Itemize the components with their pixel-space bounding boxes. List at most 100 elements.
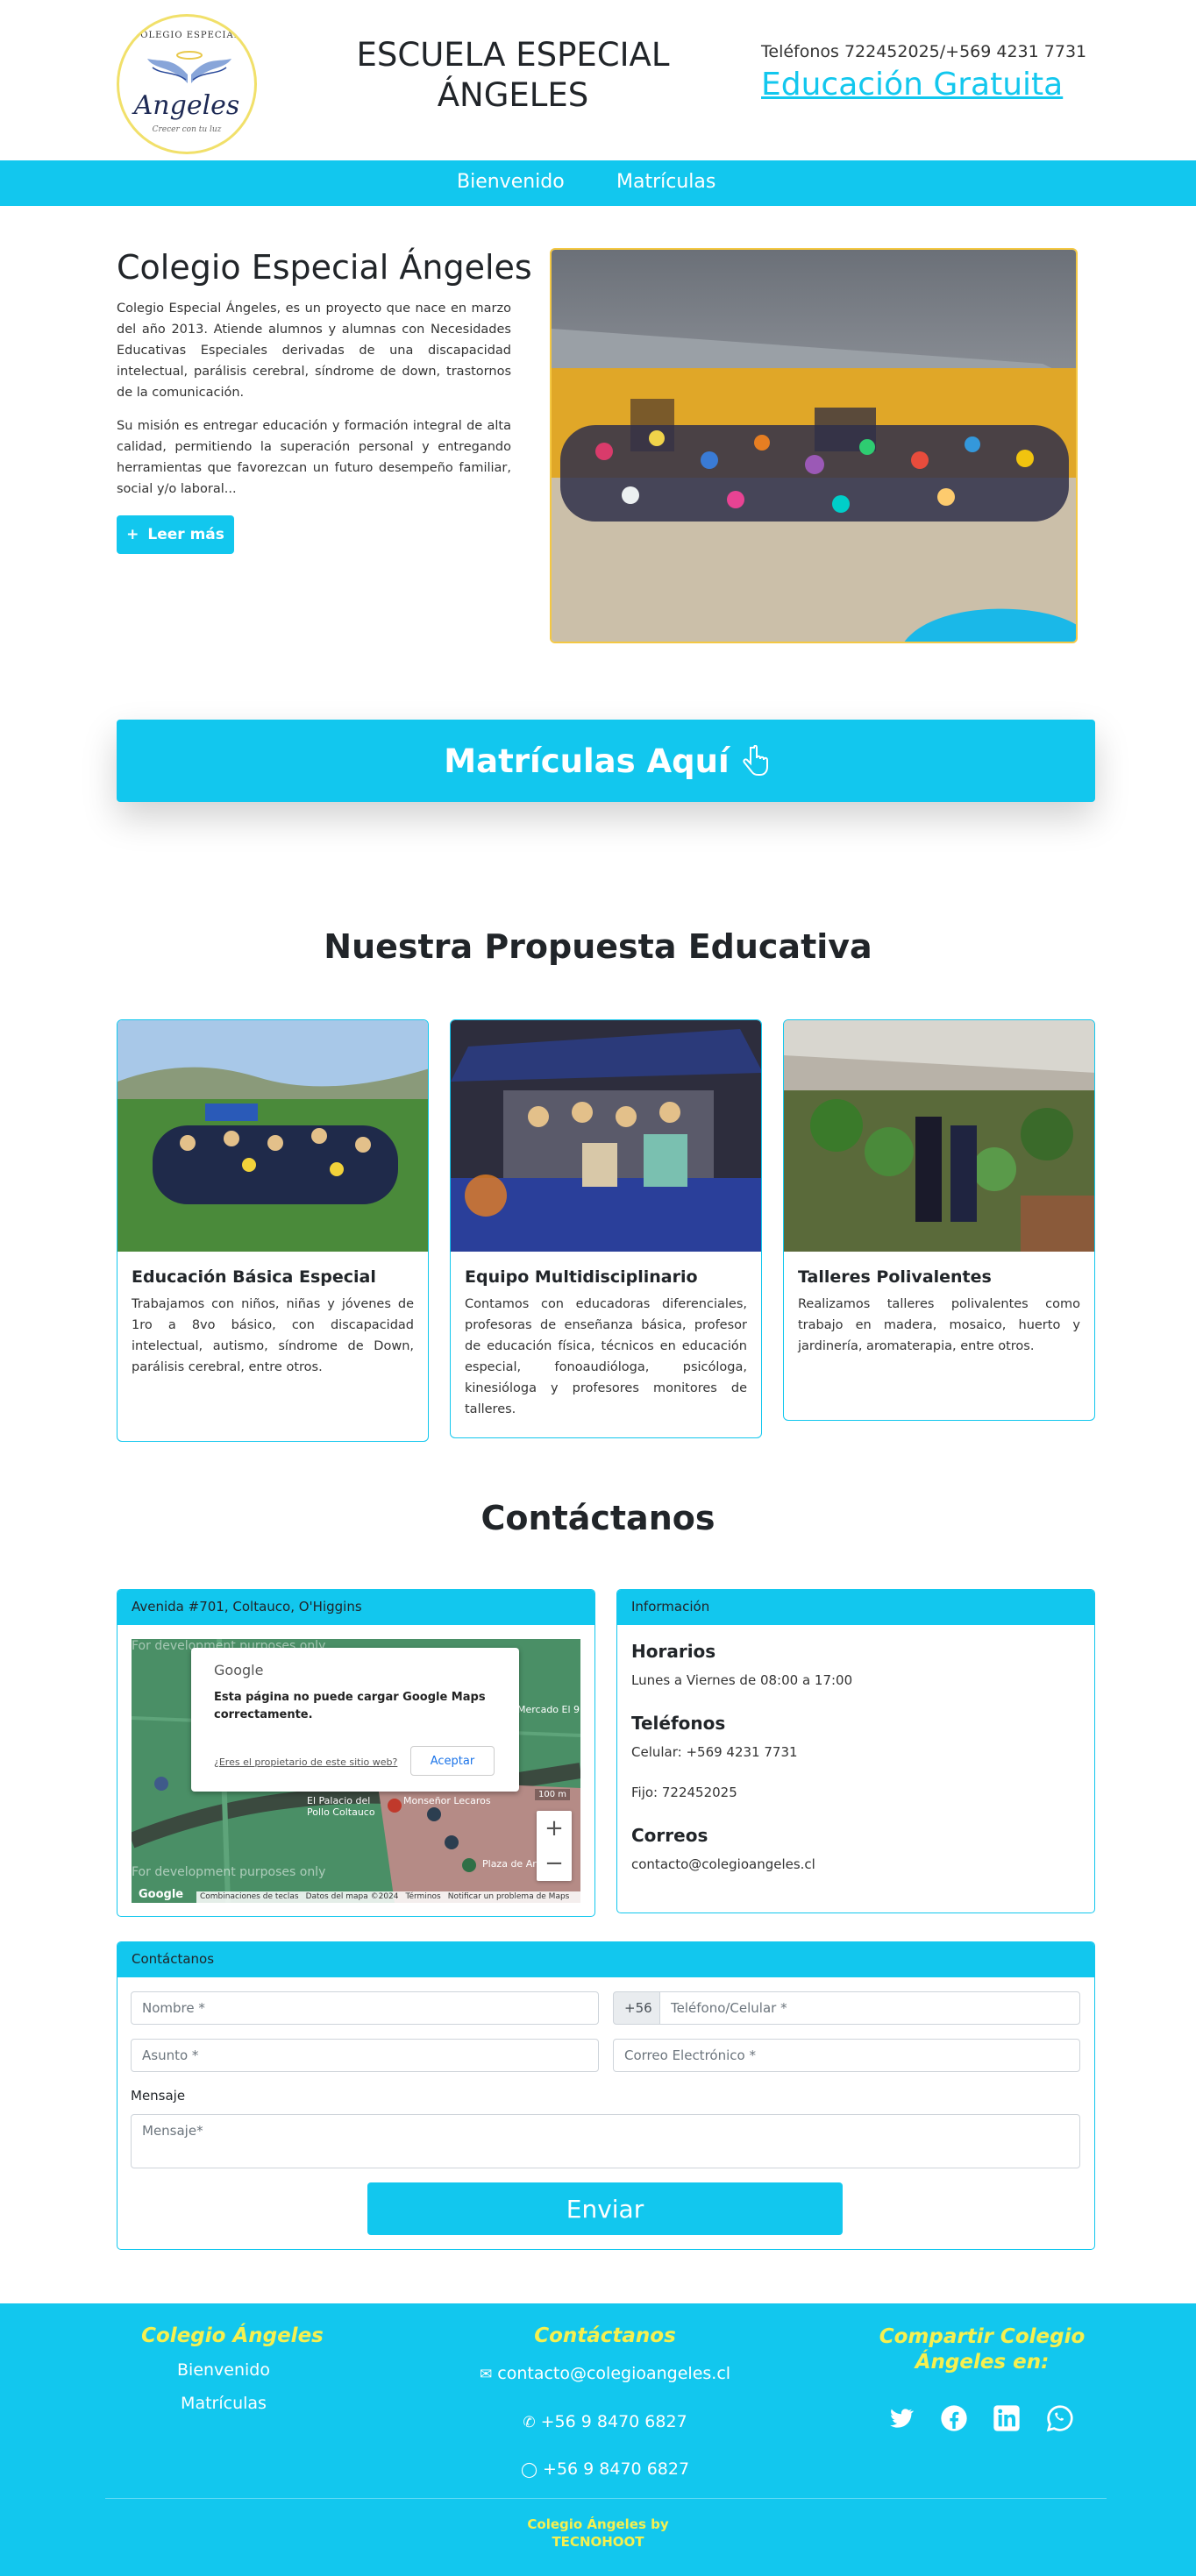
address-map-panel: Avenida #701, Coltauco, O'Higgins For de…: [117, 1589, 595, 1917]
hours-text: Lunes a Viernes de 08:00 a 17:00: [631, 1672, 853, 1688]
map-place-pollo: El Palacio del Pollo Coltauco: [307, 1795, 375, 1818]
message-textarea[interactable]: Mensaje*: [131, 2114, 1080, 2168]
card-photo-fair-stand: [451, 1020, 761, 1252]
card-text: Realizamos talleres polivalentes como tr…: [798, 1297, 1080, 1353]
school-title: ESCUELA ESPECIAL ÁNGELES: [342, 35, 684, 116]
proposal-title: Nuestra Propuesta Educativa: [324, 927, 872, 966]
whatsapp-small-icon: ◯: [520, 2461, 537, 2479]
logo-top-text: COLEGIO ESPECIAL: [132, 31, 241, 40]
free-education-link[interactable]: Educación Gratuita: [761, 67, 1063, 103]
hours-title: Horarios: [631, 1641, 716, 1662]
school-group-photo: [550, 248, 1078, 643]
mail-text: contacto@colegioangeles.cl: [631, 1856, 815, 1872]
header-phones: Teléfonos 722452025/+569 4231 7731: [761, 42, 1087, 61]
map-place-lecaros: Monseñor Lecaros: [403, 1795, 491, 1806]
read-more-button[interactable]: + Leer más: [117, 515, 234, 554]
map-footer-shortcuts[interactable]: Combinaciones de teclas: [200, 1892, 299, 1902]
logo-tagline: Crecer con tu luz: [152, 125, 222, 134]
footer-credit-line2[interactable]: TECNOHOOT: [0, 2533, 1196, 2551]
school-logo[interactable]: COLEGIO ESPECIAL Angeles Crecer con tu l…: [117, 14, 257, 154]
footer-phone-2: +56 9 8470 6827: [543, 2459, 690, 2479]
footer-phone-row-2[interactable]: ◯ +56 9 8470 6827: [456, 2459, 754, 2479]
whatsapp-icon[interactable]: [1046, 2404, 1074, 2432]
embedded-map[interactable]: For development purposes only For develo…: [132, 1639, 580, 1903]
zoom-out-icon[interactable]: −: [537, 1846, 572, 1881]
school-title-line2: ÁNGELES: [437, 76, 589, 114]
logo-name: Angeles: [133, 90, 240, 121]
zoom-in-icon[interactable]: +: [537, 1811, 572, 1846]
map-scale: 100 m: [535, 1789, 571, 1800]
site-header: COLEGIO ESPECIAL Angeles Crecer con tu l…: [0, 0, 1196, 160]
card-basic-education: Educación Básica Especial Trabajamos con…: [117, 1019, 429, 1442]
map-dialog-text: Esta página no puede cargar Google Maps …: [214, 1691, 486, 1721]
card-text: Trabajamos con niños, niñas y jóvenes de…: [132, 1297, 414, 1374]
send-button[interactable]: Enviar: [367, 2182, 843, 2235]
read-more-label: Leer más: [147, 526, 224, 543]
linkedin-icon[interactable]: [993, 2404, 1021, 2432]
card-photo-students-field: [117, 1020, 428, 1252]
map-dev-overlay-bottom: For development purposes only: [132, 1865, 326, 1879]
map-error-dialog: Google Esta página no puede cargar Googl…: [191, 1648, 519, 1792]
envelope-icon: ✉: [479, 2366, 493, 2383]
name-input[interactable]: Nombre *: [131, 1991, 599, 2025]
footer-contact-title: Contáctanos: [534, 2324, 676, 2347]
footer-share-title-line1: Compartir Colegio: [879, 2325, 1086, 2348]
map-dialog-owner-link[interactable]: ¿Eres el propietario de este sitio web?: [214, 1756, 397, 1768]
footer-link-enrollment[interactable]: Matrículas: [132, 2394, 316, 2413]
footer-share-title: Compartir Colegio Ángeles en:: [868, 2324, 1096, 2375]
card-workshops: Talleres Polivalentes Realizamos tallere…: [783, 1019, 1095, 1421]
footer-email: contacto@colegioangeles.cl: [497, 2364, 731, 2383]
intro-paragraph-1: Colegio Especial Ángeles, es un proyecto…: [117, 302, 511, 400]
card-title: Equipo Multidisciplinario: [465, 1267, 698, 1287]
card-title: Educación Básica Especial: [132, 1267, 376, 1287]
map-footer-terms[interactable]: Términos: [406, 1892, 441, 1902]
footer-phone-1: +56 9 8470 6827: [540, 2412, 687, 2431]
hand-pointer-icon: [743, 745, 768, 776]
school-title-line1: ESCUELA ESPECIAL: [356, 36, 670, 74]
phone-icon: ✆: [523, 2414, 536, 2431]
enrollment-banner-label: Matrículas Aquí: [444, 742, 730, 780]
map-place-mercado: Mercado El 9: [517, 1704, 580, 1715]
map-zoom-control: + −: [537, 1811, 572, 1881]
map-dialog-brand: Google: [214, 1662, 264, 1678]
mobile-phone: Celular: +569 4231 7731: [631, 1744, 798, 1760]
nav-item-enrollment[interactable]: Matrículas: [616, 171, 715, 193]
intro-paragraph-2: Su misión es entregar educación y formac…: [117, 419, 511, 496]
address-text: Avenida #701, Coltauco, O'Higgins: [117, 1590, 594, 1625]
card-text: Contamos con educadoras diferenciales, p…: [465, 1297, 747, 1416]
nav-item-welcome[interactable]: Bienvenido: [457, 171, 565, 193]
subject-input[interactable]: Asunto *: [131, 2039, 599, 2072]
footer-share-title-line2: Ángeles en:: [915, 2351, 1050, 2374]
main-navbar: Bienvenido Matrículas: [0, 160, 1196, 206]
google-logo: Google: [139, 1888, 184, 1901]
footer-divider: [105, 2498, 1107, 2499]
contact-form-head: Contáctanos: [117, 1942, 1094, 1977]
footer-link-welcome[interactable]: Bienvenido: [132, 2360, 316, 2380]
twitter-icon[interactable]: [886, 2404, 915, 2432]
contact-title: Contáctanos: [481, 1499, 715, 1537]
email-input[interactable]: Correo Electrónico *: [613, 2039, 1080, 2072]
footer-phone-row-1[interactable]: ✆ +56 9 8470 6827: [456, 2412, 754, 2431]
card-photo-greenhouse: [784, 1020, 1094, 1252]
phone-prefix: +56: [613, 1991, 660, 2025]
footer-credit: Colegio Ángeles by TECNOHOOT: [0, 2516, 1196, 2551]
information-panel: Información Horarios Lunes a Viernes de …: [616, 1589, 1095, 1913]
footer-email-row[interactable]: ✉ contacto@colegioangeles.cl: [456, 2364, 754, 2383]
card-title: Talleres Polivalentes: [798, 1267, 992, 1287]
phones-title: Teléfonos: [631, 1713, 726, 1734]
map-accept-button[interactable]: Aceptar: [410, 1746, 495, 1776]
phone-input[interactable]: Teléfono/Celular *: [659, 1991, 1080, 2025]
landline-phone: Fijo: 722452025: [631, 1785, 737, 1800]
map-footer-data: Datos del mapa ©2024: [305, 1892, 399, 1901]
wings-icon: [147, 51, 231, 83]
enrollment-banner-button[interactable]: Matrículas Aquí: [117, 720, 1095, 802]
card-multidisciplinary-team: Equipo Multidisciplinario Contamos con e…: [450, 1019, 762, 1438]
facebook-icon[interactable]: [940, 2404, 968, 2432]
plus-icon: +: [126, 526, 139, 543]
map-footer-report[interactable]: Notificar un problema de Maps: [448, 1892, 570, 1902]
information-head: Información: [617, 1590, 1094, 1625]
map-footer-bar: Combinaciones de teclas Datos del mapa ©…: [196, 1891, 580, 1903]
mail-title: Correos: [631, 1825, 708, 1846]
message-label: Mensaje: [131, 2088, 186, 2104]
footer-school-title: Colegio Ángeles: [141, 2324, 324, 2347]
